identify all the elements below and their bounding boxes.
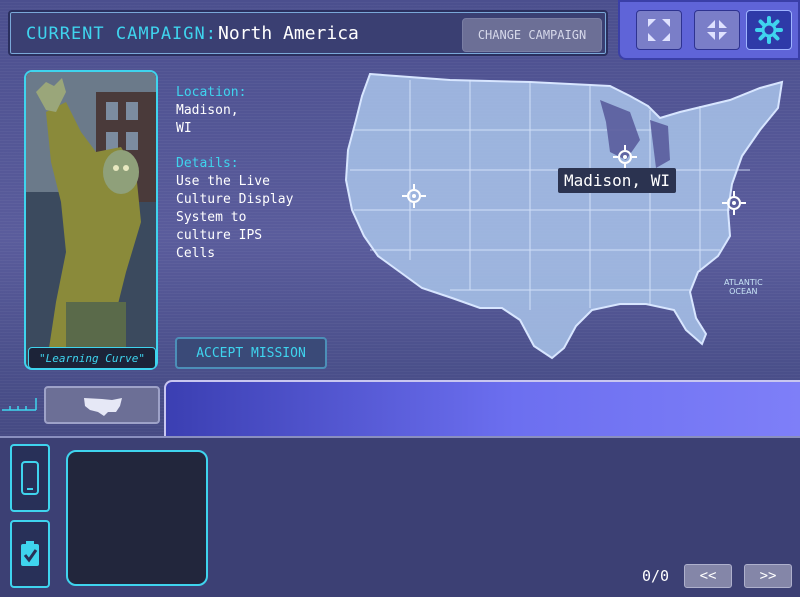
location-value: Madison, WI	[176, 103, 239, 136]
map-marker-madison[interactable]	[613, 145, 637, 169]
ruler-icon	[2, 398, 37, 411]
usa-icon	[84, 398, 122, 416]
prev-button[interactable]: <<	[684, 564, 732, 588]
mission-title: "Learning Curve"	[28, 347, 156, 369]
ocean-label-line2: OCEAN	[729, 287, 758, 296]
view-controls	[618, 0, 800, 60]
clipboard-check-icon	[21, 541, 39, 566]
item-counter: 0/0	[642, 567, 670, 585]
usa-map-shape	[344, 72, 784, 360]
details-value: Use the Live Culture Display System to c…	[176, 174, 294, 261]
gear-icon	[755, 16, 783, 44]
mission-card-art	[24, 70, 158, 370]
collapse-icon	[707, 20, 727, 40]
map-marker-east[interactable]	[722, 191, 746, 215]
expand-icon	[648, 19, 670, 41]
map-marker-west[interactable]	[402, 184, 426, 208]
accept-mission-button[interactable]: ACCEPT MISSION	[175, 337, 327, 369]
location-label: Location:	[176, 85, 247, 100]
usa-map	[330, 60, 800, 380]
campaign-label: CURRENT CAMPAIGN:	[26, 24, 217, 44]
ocean-label-line1: ATLANTIC	[724, 278, 763, 287]
expand-button[interactable]	[636, 10, 682, 50]
next-button[interactable]: >>	[744, 564, 792, 588]
phone-icon	[21, 461, 39, 495]
collapse-button[interactable]	[694, 10, 740, 50]
location-tooltip: Madison, WI	[558, 168, 676, 193]
checklist-tab-button[interactable]	[10, 520, 50, 588]
ocean-label: ATLANTIC OCEAN	[724, 278, 763, 296]
device-tab-button[interactable]	[10, 444, 50, 512]
zombie-illustration	[26, 72, 156, 368]
campaign-bar: CURRENT CAMPAIGN: North America CHANGE C…	[8, 10, 608, 56]
map-tab[interactable]	[44, 386, 160, 424]
change-campaign-button[interactable]: CHANGE CAMPAIGN	[462, 18, 602, 52]
divider-strip	[164, 380, 800, 436]
details-label: Details:	[176, 156, 239, 171]
settings-button[interactable]	[746, 10, 792, 50]
campaign-name: North America	[218, 23, 359, 44]
item-preview-slot	[66, 450, 208, 586]
